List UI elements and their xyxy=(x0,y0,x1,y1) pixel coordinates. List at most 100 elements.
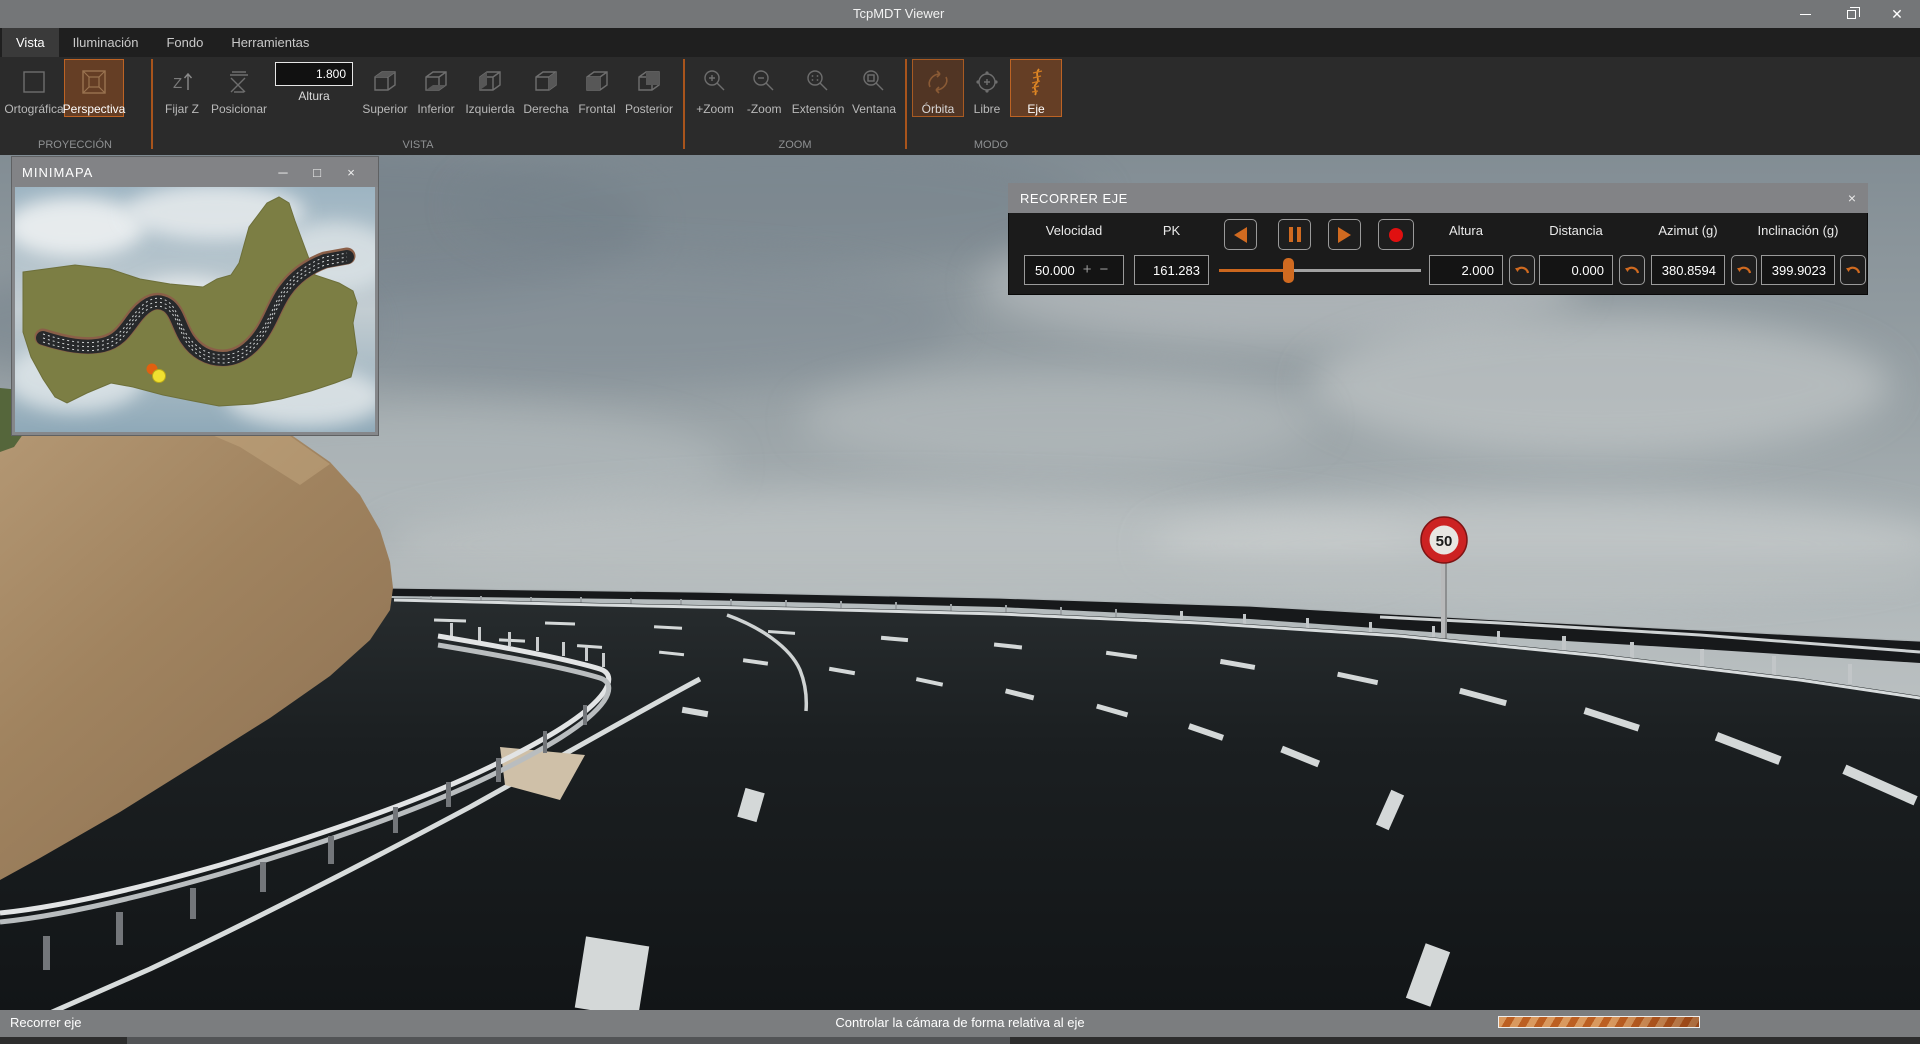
minimap-close-button[interactable]: × xyxy=(334,157,368,187)
restore-button[interactable] xyxy=(1828,0,1874,28)
undo-arrow-icon xyxy=(1736,263,1752,277)
distancia-reset-button[interactable] xyxy=(1619,255,1645,285)
minimap-minimize-button[interactable]: ─ xyxy=(266,157,300,187)
minimap-position-marker xyxy=(153,370,166,383)
recorrer-eje-panel: RECORRER EJE × Velocidad 50.000 + − PK 1… xyxy=(1008,183,1868,295)
velocidad-decrease-button[interactable]: − xyxy=(1100,265,1109,275)
undo-arrow-icon xyxy=(1845,263,1861,277)
axis-icon xyxy=(1019,63,1053,101)
azimut-reset-button[interactable] xyxy=(1731,255,1757,285)
recorrer-title: RECORRER EJE xyxy=(1020,191,1836,206)
menu-iluminacion[interactable]: Iluminación xyxy=(59,28,153,57)
zoom-in-button[interactable]: +Zoom xyxy=(690,59,740,117)
libre-button[interactable]: Libre xyxy=(964,59,1010,117)
app-window: TcpMDT Viewer ✕ Vista Iluminación Fondo … xyxy=(0,0,1920,1044)
inclinacion-reset-button[interactable] xyxy=(1840,255,1866,285)
altura-cell: 1.800 Altura xyxy=(272,59,356,103)
minimap-title: MINIMAPA xyxy=(22,165,266,180)
velocidad-field[interactable]: 50.000 + − xyxy=(1024,255,1124,285)
cube-right-icon xyxy=(529,63,563,101)
titlebar: TcpMDT Viewer ✕ xyxy=(0,0,1920,28)
free-icon xyxy=(970,63,1004,101)
superior-button[interactable]: Superior xyxy=(359,59,411,117)
inferior-button[interactable]: Inferior xyxy=(411,59,461,117)
menu-herramientas[interactable]: Herramientas xyxy=(217,28,323,57)
fijar-z-button[interactable]: Z Fijar Z xyxy=(158,59,206,117)
zoom-in-icon xyxy=(698,63,732,101)
play-icon xyxy=(1338,227,1351,243)
menu-vista[interactable]: Vista xyxy=(2,28,59,57)
minimize-button[interactable] xyxy=(1782,0,1828,28)
pk-field[interactable]: 161.283 xyxy=(1134,255,1209,285)
altura-ribbon-field[interactable]: 1.800 xyxy=(275,62,353,86)
minimap-maximize-button[interactable]: □ xyxy=(300,157,334,187)
altura-label: Altura xyxy=(1429,223,1503,238)
posicionar-button[interactable]: Posicionar xyxy=(206,59,272,117)
azimut-label: Azimut (g) xyxy=(1651,223,1725,238)
ribbon-group-vista: Z Fijar Z Posicionar xyxy=(154,57,682,155)
play-button[interactable] xyxy=(1328,219,1361,250)
minimize-icon xyxy=(1800,14,1811,15)
cube-front-icon xyxy=(580,63,614,101)
azimut-field[interactable]: 380.8594 xyxy=(1651,255,1725,285)
zoom-ventana-button[interactable]: Ventana xyxy=(848,59,900,117)
record-button[interactable] xyxy=(1378,219,1414,250)
zoom-window-icon xyxy=(857,63,891,101)
altura-reset-button[interactable] xyxy=(1509,255,1535,285)
record-icon xyxy=(1389,228,1403,242)
ribbon: Ortográfica Perspectiva PROYECCIÓN xyxy=(0,57,1920,155)
inclinacion-field[interactable]: 399.9023 xyxy=(1761,255,1835,285)
pause-button[interactable] xyxy=(1278,219,1311,250)
inclinacion-label: Inclinación (g) xyxy=(1757,223,1839,238)
menu-fondo[interactable]: Fondo xyxy=(152,28,217,57)
pause-icon xyxy=(1289,227,1301,242)
step-back-icon xyxy=(1234,227,1247,243)
recorrer-header[interactable]: RECORRER EJE × xyxy=(1008,183,1868,213)
cube-top-icon xyxy=(368,63,402,101)
orbita-button[interactable]: Órbita xyxy=(912,59,964,117)
ortografica-button[interactable]: Ortográfica xyxy=(4,59,64,117)
undo-arrow-icon xyxy=(1624,263,1640,277)
zoom-extents-icon xyxy=(801,63,835,101)
cube-back-icon xyxy=(632,63,666,101)
pk-slider-track-empty[interactable] xyxy=(1289,269,1421,272)
ribbon-divider xyxy=(905,59,907,149)
orthographic-icon xyxy=(17,63,51,101)
window-title: TcpMDT Viewer xyxy=(853,0,944,28)
zoom-out-button[interactable]: -Zoom xyxy=(740,59,788,117)
velocidad-label: Velocidad xyxy=(1024,223,1124,238)
zoom-out-icon xyxy=(747,63,781,101)
minimap-window: MINIMAPA ─ □ × xyxy=(12,157,378,435)
posterior-button[interactable]: Posterior xyxy=(621,59,677,117)
frontal-button[interactable]: Frontal xyxy=(573,59,621,117)
minimap-content[interactable] xyxy=(15,187,375,432)
distancia-field[interactable]: 0.000 xyxy=(1539,255,1613,285)
distancia-label: Distancia xyxy=(1539,223,1613,238)
ribbon-group-zoom: +Zoom -Zoom Extensión xyxy=(686,57,904,155)
step-back-button[interactable] xyxy=(1224,219,1257,250)
bottom-strip xyxy=(0,1037,1920,1044)
group-label-proyeccion: PROYECCIÓN xyxy=(4,137,146,155)
bottom-strip-segment xyxy=(127,1037,1010,1044)
svg-text:Z: Z xyxy=(173,75,182,92)
pk-slider[interactable] xyxy=(1219,255,1421,285)
ribbon-group-proyeccion: Ortográfica Perspectiva PROYECCIÓN xyxy=(0,57,150,155)
orbit-icon xyxy=(921,63,955,101)
altura-ribbon-label: Altura xyxy=(298,89,329,103)
eje-button[interactable]: Eje xyxy=(1010,59,1062,117)
minimap-header[interactable]: MINIMAPA ─ □ × xyxy=(12,157,378,187)
pk-slider-thumb[interactable] xyxy=(1283,258,1294,283)
pk-slider-track-filled[interactable] xyxy=(1219,269,1289,272)
ribbon-group-modo: Órbita Libre Eje xyxy=(908,57,1074,155)
altura-field[interactable]: 2.000 xyxy=(1429,255,1503,285)
cube-bottom-icon xyxy=(419,63,453,101)
perspectiva-button[interactable]: Perspectiva xyxy=(64,59,124,117)
derecha-button[interactable]: Derecha xyxy=(519,59,573,117)
velocidad-increase-button[interactable]: + xyxy=(1083,265,1092,275)
perspective-icon xyxy=(77,63,111,101)
zoom-extension-button[interactable]: Extensión xyxy=(788,59,848,117)
izquierda-button[interactable]: Izquierda xyxy=(461,59,519,117)
restore-icon xyxy=(1847,10,1856,19)
close-button[interactable]: ✕ xyxy=(1874,0,1920,28)
recorrer-close-button[interactable]: × xyxy=(1836,190,1856,206)
